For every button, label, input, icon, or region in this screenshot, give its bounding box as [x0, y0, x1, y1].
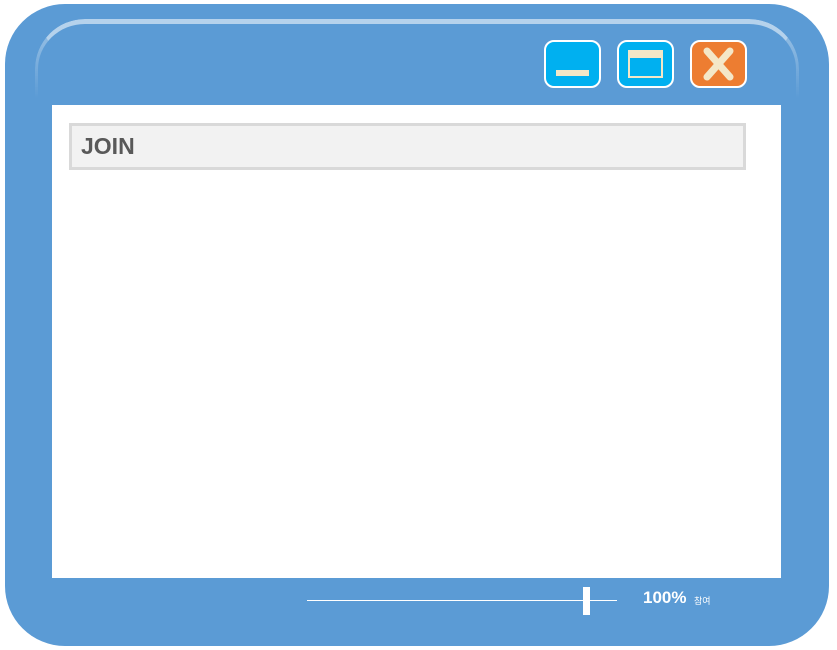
maximize-icon — [628, 50, 663, 78]
minimize-icon — [556, 70, 589, 76]
app-window: JOIN — [5, 4, 829, 646]
zoom-slider-thumb[interactable] — [582, 587, 590, 615]
window-controls — [544, 40, 747, 88]
content-area: JOIN — [52, 105, 781, 578]
zoom-caption: 참여 — [694, 597, 711, 607]
minimize-button[interactable] — [544, 40, 601, 88]
address-bar[interactable]: JOIN — [69, 123, 746, 170]
close-icon — [703, 47, 734, 81]
maximize-button[interactable] — [617, 40, 674, 88]
zoom-level: 100% — [643, 588, 687, 607]
zoom-slider-track[interactable] — [307, 600, 617, 601]
close-button[interactable] — [690, 40, 747, 88]
address-text: JOIN — [81, 133, 135, 159]
